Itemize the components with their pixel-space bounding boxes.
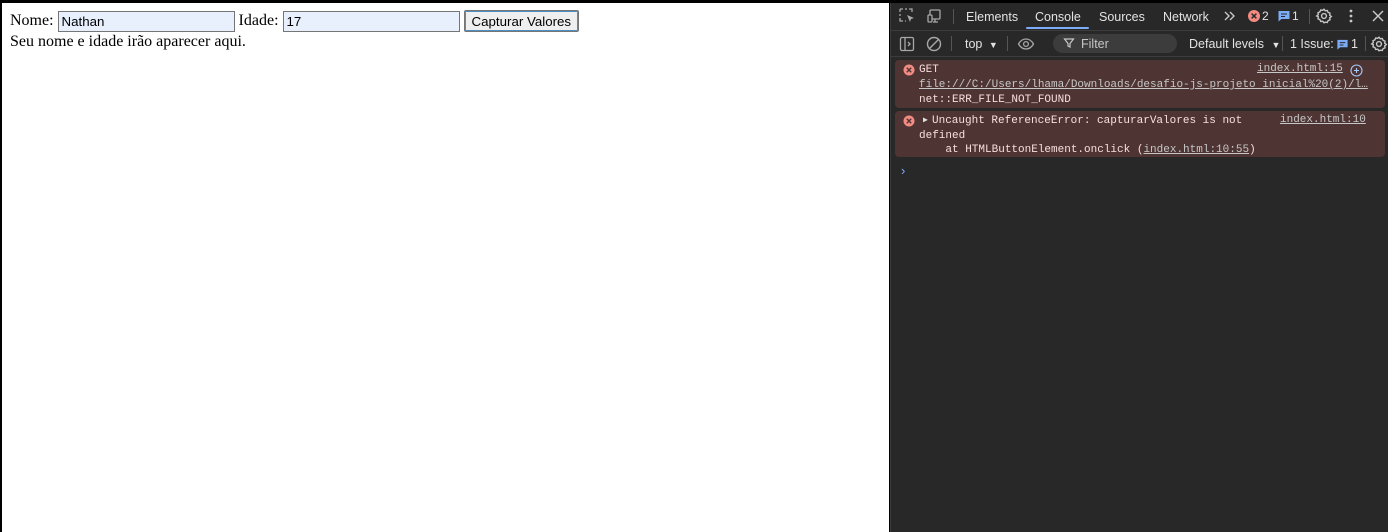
- console-error-message[interactable]: ▶ Uncaught ReferenceError: capturarValor…: [895, 111, 1385, 157]
- filter-placeholder: Filter: [1081, 37, 1109, 51]
- issue-icon: [1336, 38, 1349, 54]
- stack-trace-link[interactable]: index.html:10:55: [1143, 144, 1249, 156]
- context-value: top: [965, 37, 983, 51]
- kebab-icon[interactable]: [1342, 7, 1360, 25]
- message-text: Uncaught ReferenceError: capturarValores…: [932, 115, 1243, 127]
- console-prompt-chevron-icon[interactable]: ›: [901, 163, 905, 178]
- chevron-down-icon: ▼: [988, 40, 998, 50]
- log-levels-select[interactable]: Default levels ▼: [1189, 37, 1280, 51]
- issues-label: 1 Issue:: [1290, 37, 1334, 51]
- message-icon[interactable]: [1277, 9, 1291, 23]
- console-error-message[interactable]: GET index.html:15 file:///C:/Users/lhama…: [895, 60, 1385, 108]
- capture-values-button[interactable]: Capturar Valores: [463, 10, 580, 32]
- tab-sources[interactable]: Sources: [1099, 10, 1145, 24]
- inspect-icon[interactable]: [898, 7, 916, 25]
- issues-count: 1: [1351, 37, 1358, 51]
- tab-console[interactable]: Console: [1035, 10, 1081, 24]
- log-levels-value: Default levels: [1189, 37, 1265, 51]
- age-input[interactable]: [282, 10, 460, 32]
- tab-elements[interactable]: Elements: [966, 10, 1018, 24]
- message-text: defined: [919, 130, 966, 142]
- message-text: GET: [919, 64, 939, 76]
- gear-icon[interactable]: [1370, 35, 1388, 53]
- filter-input[interactable]: Filter: [1053, 34, 1177, 53]
- issues-button[interactable]: 1 Issue:: [1290, 37, 1334, 51]
- error-icon: [903, 115, 915, 127]
- name-label: Nome:: [10, 12, 54, 29]
- toolbar-separator: [1007, 36, 1008, 51]
- result-text: Seu nome e idade irão aparecer aqui.: [10, 33, 246, 50]
- request-url-link[interactable]: file:///C:/Users/lhama/Downloads/desafio…: [919, 78, 1368, 92]
- tabbar-separator: [953, 9, 954, 24]
- console-toolbar: top ▼ Filter Default levels ▼ 1 Issue: 1: [891, 31, 1388, 57]
- page-viewport: Nome: Idade: Capturar Valores Seu nome e…: [2, 3, 889, 532]
- stack-trace-prefix: at HTMLButtonElement.onclick (: [919, 144, 1144, 156]
- error-count[interactable]: 2: [1262, 9, 1269, 23]
- tabbar-separator: [1309, 9, 1310, 24]
- stack-trace-line: at HTMLButtonElement.onclick (index.html…: [919, 143, 1256, 157]
- active-tab-indicator: [1026, 27, 1089, 29]
- chevron-down-icon: ▼: [1271, 40, 1281, 50]
- device-toggle-icon[interactable]: [926, 7, 944, 25]
- toolbar-separator: [1282, 36, 1283, 51]
- settings-icon[interactable]: [1315, 7, 1333, 25]
- error-icon: [903, 64, 915, 76]
- expand-triangle-icon[interactable]: ▶: [923, 115, 928, 125]
- message-count[interactable]: 1: [1292, 9, 1299, 23]
- sidebar-icon[interactable]: [898, 35, 916, 53]
- filter-icon: [1063, 37, 1075, 52]
- stack-trace-suffix: ): [1249, 144, 1256, 156]
- context-select[interactable]: top ▼: [965, 37, 998, 51]
- close-icon[interactable]: [1369, 7, 1387, 25]
- toolbar-separator: [1365, 36, 1366, 51]
- toolbar-separator: [951, 36, 952, 51]
- form-row: Nome: Idade: Capturar Valores: [10, 10, 580, 32]
- devtools-panel: Elements Console Sources Network 2 1 top…: [890, 3, 1388, 532]
- source-link[interactable]: index.html:15: [1257, 63, 1343, 75]
- name-input[interactable]: [57, 10, 235, 32]
- clear-icon[interactable]: [925, 35, 943, 53]
- message-text: net::ERR_FILE_NOT_FOUND: [919, 94, 1071, 106]
- error-icon[interactable]: [1247, 9, 1261, 23]
- devtools-tabbar: Elements Console Sources Network 2 1: [891, 3, 1388, 31]
- more-tabs-icon[interactable]: [1221, 7, 1239, 25]
- eye-icon[interactable]: [1017, 35, 1035, 53]
- tab-network[interactable]: Network: [1163, 10, 1209, 24]
- age-label: Idade:: [238, 12, 279, 29]
- source-link[interactable]: index.html:10: [1280, 114, 1366, 126]
